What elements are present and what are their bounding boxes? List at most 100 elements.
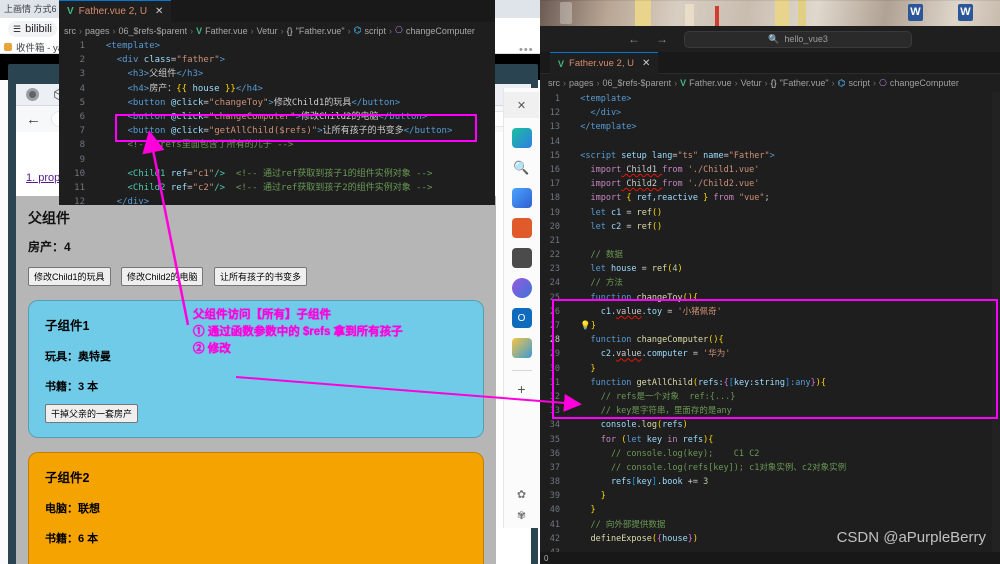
code-line[interactable]: 25 function changeToy(){ (540, 291, 1000, 305)
breadcrumb-item-file[interactable]: Father.vue (689, 78, 732, 88)
breadcrumb-item-script[interactable]: script (364, 26, 386, 36)
code-line[interactable]: 3 <h3>父组件</h3> (59, 67, 495, 81)
code-line[interactable]: 4 <h4>房产：{{ house }}</h4> (59, 82, 495, 96)
snippet-code-editor[interactable]: 1 <template> 2 <div class="father"> 3 <h3>… (59, 39, 495, 205)
code-line[interactable]: 39 } (540, 489, 1000, 503)
office-icon[interactable] (511, 278, 532, 298)
code-line[interactable]: 20 let c2 = ref() (540, 220, 1000, 234)
telegram-icon[interactable] (511, 338, 532, 358)
settings-icon[interactable]: ✾ (517, 509, 526, 522)
code-line[interactable]: 27 💡} (540, 319, 1000, 333)
code-line[interactable]: 2 <div class="father"> (59, 53, 495, 67)
code-line[interactable]: 33 // key是字符串，里面存的是any (540, 404, 1000, 418)
code-line[interactable]: 31 function getAllChild(refs:{[key:strin… (540, 376, 1000, 390)
change-toy-button[interactable]: 修改Child1的玩具 (28, 267, 111, 286)
sidebar-bottom-icons[interactable]: ✿ ✾ (504, 488, 539, 522)
tools-icon[interactable] (511, 218, 532, 238)
breadcrumb-item-folder[interactable]: 06_$refs-$parent (603, 78, 672, 88)
vscode-code-editor[interactable]: 1 <template> 12 </div> 13 </template> 14 15 … (540, 92, 1000, 552)
breadcrumb-item-pages[interactable]: pages (569, 78, 594, 88)
code-line[interactable]: 8 <!-- $refs里面包含了所有的儿子 --> (59, 138, 495, 152)
close-icon[interactable]: ✕ (155, 6, 163, 17)
code-line[interactable]: 1 <template> (59, 39, 495, 53)
code-line[interactable]: 1 <template> (540, 92, 1000, 106)
code-line[interactable]: 7 <button @click="getAllChild($refs)">让所… (59, 124, 495, 138)
breadcrumb-item-vetur[interactable]: Vetur (741, 78, 762, 88)
search-icon[interactable]: 🔍 (512, 158, 532, 178)
code-line[interactable]: 26 c1.value.toy = '小猪佩奇' (540, 305, 1000, 319)
breadcrumb-item-module[interactable]: "Father.vue" (780, 78, 829, 88)
code-line[interactable]: 21 (540, 234, 1000, 248)
code-line[interactable]: 13 </template> (540, 120, 1000, 134)
back-arrow-icon[interactable]: ← (628, 32, 640, 46)
breadcrumb-item-folder[interactable]: 06_$refs-$parent (119, 26, 188, 36)
code-line[interactable]: 22 // 数据 (540, 248, 1000, 262)
forward-arrow-icon[interactable]: → (656, 32, 668, 46)
breadcrumb-item-pages[interactable]: pages (85, 26, 110, 36)
close-icon[interactable]: ✕ (504, 92, 539, 118)
code-line[interactable]: 19 let c1 = ref() (540, 206, 1000, 220)
code-line[interactable]: 30 } (540, 362, 1000, 376)
code-line[interactable]: 40 } (540, 503, 1000, 517)
breadcrumb-item-symbol[interactable]: changeComputer (406, 26, 475, 36)
tab-father-vue[interactable]: V Father.vue 2, U ✕ (550, 52, 659, 74)
games-icon[interactable] (511, 248, 532, 268)
code-line[interactable]: 12 </div> (59, 195, 495, 205)
code-line[interactable]: 12 </div> (540, 106, 1000, 120)
code-line[interactable]: 28 function changeComputer(){ (540, 333, 1000, 347)
code-line[interactable]: 32 // refs是一个对象 ref:{...} (540, 390, 1000, 404)
code-line[interactable]: 36 // console.log(key); C1 C2 (540, 447, 1000, 461)
code-line[interactable]: 16 import Child1 from './Child1.vue' (540, 163, 1000, 177)
code-line[interactable]: 14 (540, 135, 1000, 149)
namespace-icon: ⌬ (353, 25, 362, 35)
code-line[interactable]: 38 refs[key].book += 3 (540, 475, 1000, 489)
snippet-tab-father-vue[interactable]: V Father.vue 2, U ✕ (59, 0, 172, 22)
breadcrumb-item-src[interactable]: src (548, 78, 560, 88)
breadcrumb-item-symbol[interactable]: changeComputer (890, 78, 959, 88)
take-house-button[interactable]: 干掉父亲的一套房产 (45, 404, 139, 423)
code-line[interactable]: 29 c2.value.computer = '华为' (540, 347, 1000, 361)
code-line[interactable]: 18 import { ref,reactive } from "vue"; (540, 191, 1000, 205)
vscode-window[interactable]: ← → 🔍 hello_vue3 V Father.vue 2, U ✕ src… (540, 26, 1000, 564)
breadcrumb-item-vetur[interactable]: Vetur (257, 26, 278, 36)
snippet-tab-bar[interactable]: V Father.vue 2, U ✕ (59, 0, 495, 22)
code-snippet-overlay[interactable]: V Father.vue 2, U ✕ src › pages › 06_$re… (59, 0, 495, 205)
code-line[interactable]: 24 // 方法 (540, 276, 1000, 290)
bookmark-chip[interactable]: ☰ bilibili (8, 21, 57, 37)
code-line[interactable]: 15 <script setup lang="ts" name="Father"… (540, 149, 1000, 163)
discover-icon[interactable]: ✿ (517, 488, 526, 501)
code-line[interactable]: 9 (59, 153, 495, 167)
code-line[interactable]: 34 console.log(refs) (540, 418, 1000, 432)
code-line[interactable]: 5 <button @click="changeToy">修改Child1的玩具… (59, 96, 495, 110)
code-line[interactable]: 10 <Child1 ref="c1"/> <!-- 通过ref获取到孩子1的组… (59, 167, 495, 181)
copilot-icon[interactable] (511, 128, 532, 148)
code-line[interactable]: 23 let house = ref(4) (540, 262, 1000, 276)
code-line[interactable]: 37 // console.log(refs[key]); c1对象实例、c2对… (540, 461, 1000, 475)
code-line[interactable]: 11 <Child2 ref="c2"/> <!-- 通过ref获取到孩子2的组… (59, 181, 495, 195)
avatar-icon[interactable] (26, 88, 39, 101)
snippet-breadcrumb[interactable]: src › pages › 06_$refs-$parent › V Fathe… (59, 22, 495, 39)
breadcrumb[interactable]: src › pages › 06_$refs-$parent › V Fathe… (540, 74, 1000, 92)
code-line[interactable]: 6 <button @click="changeComputer">修改Chil… (59, 110, 495, 124)
code-line[interactable]: 17 import Child2 from './Child2.vue' (540, 177, 1000, 191)
get-all-child-button[interactable]: 让所有孩子的书变多 (213, 267, 307, 286)
code-line[interactable]: 35 for (let key in refs){ (540, 433, 1000, 447)
vscode-search-box[interactable]: 🔍 hello_vue3 (684, 30, 912, 48)
vscode-nav-arrows[interactable]: ← → (628, 32, 668, 46)
close-icon[interactable]: ✕ (642, 58, 650, 69)
back-arrow-icon[interactable]: ← (26, 111, 41, 128)
edge-sidebar[interactable]: ✕ 🔍 O + ✿ ✾ (503, 88, 539, 528)
vscode-tab-bar[interactable]: V Father.vue 2, U ✕ (540, 52, 1000, 74)
minimap-scrollbar[interactable] (992, 92, 1000, 552)
vscode-status-bar[interactable]: 0 (540, 552, 1000, 564)
shopping-tag-icon[interactable] (511, 188, 532, 208)
outlook-icon[interactable]: O (511, 308, 532, 328)
add-app-icon[interactable]: + (517, 381, 525, 397)
change-computer-button[interactable]: 修改Child2的电脑 (120, 267, 204, 286)
breadcrumb-item-module[interactable]: "Father.vue" (296, 26, 345, 36)
sidebar-more-icon[interactable]: ••• (519, 44, 534, 56)
bookmark-item-bilibili[interactable]: ☰ bilibili (8, 21, 57, 37)
breadcrumb-item-script[interactable]: script (848, 78, 870, 88)
breadcrumb-item-file[interactable]: Father.vue (205, 26, 248, 36)
breadcrumb-item-src[interactable]: src (64, 26, 76, 36)
